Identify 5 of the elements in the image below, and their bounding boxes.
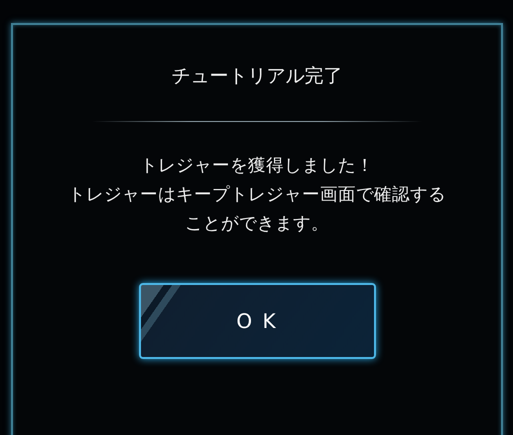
- message-line: トレジャーはキープトレジャー画面で確認する: [68, 184, 446, 207]
- message-line: トレジャーを獲得しました！: [140, 155, 374, 178]
- message-line: ことができます。: [185, 213, 329, 236]
- ok-button[interactable]: O K: [138, 283, 376, 359]
- dialog-title: チュートリアル完了: [172, 64, 342, 89]
